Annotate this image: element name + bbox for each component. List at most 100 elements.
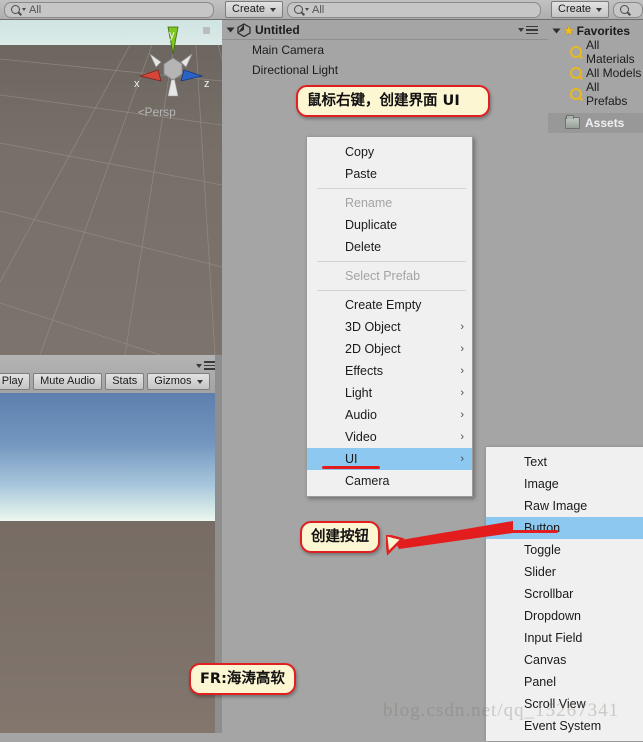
menu-item-event-system[interactable]: Event System [486, 715, 643, 737]
menu-item-effects[interactable]: Effects › [307, 360, 472, 382]
menu-item-duplicate[interactable]: Duplicate [307, 214, 472, 236]
game-view-menu-button[interactable] [196, 361, 216, 370]
context-menu[interactable]: Copy Paste Rename Duplicate Delete Select Pre… [306, 136, 473, 497]
chevron-down-icon [270, 7, 277, 12]
game-toolbar-button-on-play[interactable]: On Play [0, 373, 31, 390]
menu-item-scrollbar[interactable]: Scrollbar [486, 583, 643, 605]
project-favorite-all-materials[interactable]: All Materials [548, 38, 643, 66]
chevron-right-icon: › [460, 364, 464, 377]
menu-item-2d-object[interactable]: 2D Object › [307, 338, 472, 360]
menu-item-label: UI [345, 452, 358, 466]
hierarchy-item-directional-light[interactable]: Directional Light [222, 60, 548, 80]
menu-item-label: Select Prefab [345, 269, 421, 283]
menu-item-audio[interactable]: Audio › [307, 404, 472, 426]
hierarchy-scene-row[interactable]: Untitled [222, 20, 548, 40]
menu-item-camera[interactable]: Camera [307, 470, 472, 492]
chevron-down-icon [305, 8, 310, 11]
hamburger-icon [526, 25, 538, 35]
ui-submenu[interactable]: Text Image Raw Image Button Toggle Slider Scro… [485, 446, 643, 742]
gizmo-x-label: x [134, 78, 140, 90]
chevron-right-icon: › [460, 386, 464, 399]
chevron-down-icon[interactable] [226, 27, 235, 33]
menu-item-create-empty[interactable]: Create Empty [307, 294, 472, 316]
menu-item-panel[interactable]: Panel [486, 671, 643, 693]
menu-item-video[interactable]: Video › [307, 426, 472, 448]
menu-item-label: Video [345, 430, 377, 444]
chevron-right-icon: › [460, 320, 464, 333]
game-toolbar-button-stats[interactable]: Stats [105, 373, 145, 390]
game-sky [0, 393, 222, 521]
chevron-down-icon [518, 28, 524, 32]
menu-item-label: Light [345, 386, 373, 400]
annotation-callout-tail [386, 535, 405, 556]
search-icon [620, 5, 630, 14]
menu-item-3d-object[interactable]: 3D Object › [307, 316, 472, 338]
menu-item-text[interactable]: Text [486, 451, 643, 473]
menu-item-label: Slider [524, 565, 556, 579]
menu-item-label: Camera [345, 474, 390, 488]
menu-item-slider[interactable]: Slider [486, 561, 643, 583]
menu-item-label: Canvas [524, 653, 567, 667]
menu-item-delete[interactable]: Delete [307, 236, 472, 258]
game-view-toolbar[interactable]: On Play Mute Audio Stats Gizmos [0, 373, 210, 390]
chevron-down-icon [196, 379, 203, 384]
hierarchy-scene-name: Untitled [255, 23, 300, 37]
project-create-button[interactable]: Create [551, 1, 610, 18]
scene-view[interactable]: All x y z <Persp [0, 0, 222, 355]
gizmo-y-label: y [169, 29, 175, 41]
hierarchy-toolbar[interactable]: Create All [222, 0, 548, 20]
game-ground [0, 521, 222, 733]
chevron-down-icon [196, 363, 202, 368]
menu-item-copy[interactable]: Copy [307, 141, 472, 163]
menu-item-input-field[interactable]: Input Field [486, 627, 643, 649]
game-toolbar-button-mute-audio[interactable]: Mute Audio [33, 373, 103, 390]
hierarchy-item-main-camera[interactable]: Main Camera [222, 40, 548, 60]
project-search-field[interactable] [613, 1, 643, 18]
chevron-down-icon[interactable] [552, 28, 561, 33]
menu-item-label: Raw Image [524, 499, 588, 513]
scene-view-toolbar[interactable]: All [0, 0, 222, 20]
menu-item-image[interactable]: Image [486, 473, 643, 495]
scene-search-placeholder: All [29, 3, 42, 16]
chevron-right-icon: › [460, 342, 464, 355]
scene-projection-label[interactable]: <Persp [138, 105, 176, 119]
chevron-down-icon [22, 8, 26, 11]
unity-scene-icon [237, 23, 251, 37]
project-favorite-all-prefabs[interactable]: All Prefabs [548, 80, 643, 108]
menu-item-paste[interactable]: Paste [307, 163, 472, 185]
game-toolbar-button-gizmos[interactable]: Gizmos [147, 373, 210, 390]
project-toolbar[interactable]: Create [548, 0, 643, 20]
chevron-down-icon [596, 7, 603, 12]
annotation-callout-create-button: 创建按钮 [300, 521, 380, 554]
chevron-right-icon: › [460, 452, 464, 465]
hierarchy-menu-button[interactable] [518, 25, 538, 35]
search-icon [570, 87, 582, 100]
menu-item-label: Paste [345, 167, 377, 181]
menu-item-canvas[interactable]: Canvas [486, 649, 643, 671]
gizmo-z-label: z [204, 78, 210, 90]
search-icon [570, 45, 582, 58]
hierarchy-search-field[interactable]: All [287, 1, 542, 18]
menu-item-label: Duplicate [345, 218, 398, 232]
menu-item-scroll-view[interactable]: Scroll View [486, 693, 643, 715]
menu-item-label: Scrollbar [524, 587, 574, 601]
chevron-right-icon: › [460, 430, 464, 443]
menu-item-label: 2D Object [345, 342, 401, 356]
project-assets-row[interactable]: Assets [548, 113, 643, 133]
scene-search-field[interactable]: All [4, 1, 214, 18]
menu-separator [317, 188, 466, 189]
menu-item-label: Audio [345, 408, 377, 422]
annotation-callout-right-click: 鼠标右键，创建界面 UI [296, 85, 490, 118]
menu-item-label: Effects [345, 364, 383, 378]
menu-item-label: Panel [524, 675, 556, 689]
menu-item-light[interactable]: Light › [307, 382, 472, 404]
menu-separator [317, 261, 466, 262]
chevron-right-icon: › [460, 408, 464, 421]
menu-item-label: Toggle [524, 543, 561, 557]
search-icon [570, 66, 582, 79]
menu-item-label: 3D Object [345, 320, 401, 334]
hierarchy-create-button[interactable]: Create [225, 1, 284, 18]
menu-item-label: Dropdown [524, 609, 581, 623]
menu-item-select-prefab: Select Prefab [307, 265, 472, 287]
menu-item-dropdown[interactable]: Dropdown [486, 605, 643, 627]
